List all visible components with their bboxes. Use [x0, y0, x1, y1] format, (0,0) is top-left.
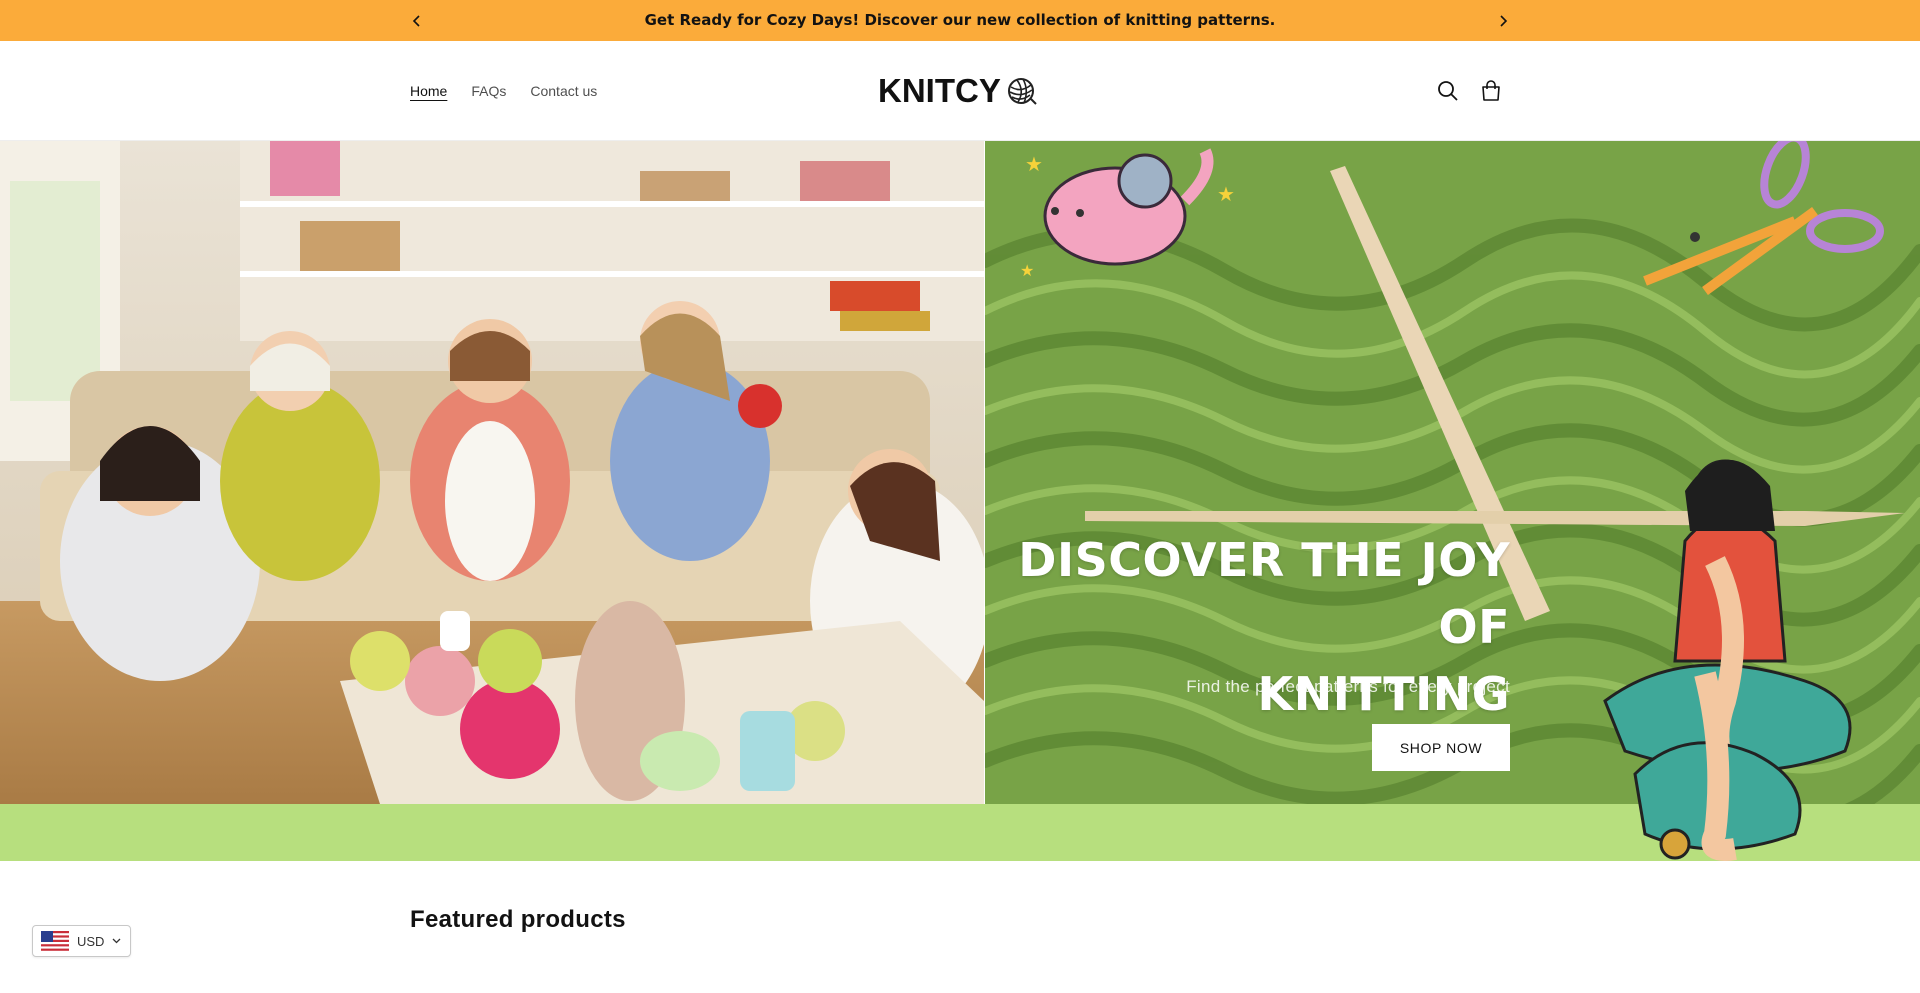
cart-button[interactable] — [1478, 78, 1504, 104]
yarn-ball-icon — [1007, 78, 1037, 105]
currency-code: USD — [77, 933, 105, 949]
search-icon — [1438, 81, 1458, 101]
main-nav: Home FAQs Contact us — [410, 41, 597, 141]
svg-text:★: ★ — [1020, 261, 1034, 280]
hero-subheading: Find the perfect patterns for every proj… — [1186, 677, 1510, 696]
hero-heading: DISCOVER THE JOY OF KNITTING — [990, 527, 1510, 728]
announcement-bar: Get Ready for Cozy Days! Discover our ne… — [0, 0, 1920, 41]
announcement-next-button[interactable] — [1492, 10, 1514, 32]
logo-text: KNITCY — [878, 72, 1001, 109]
nav-item-contact[interactable]: Contact us — [530, 83, 597, 99]
shop-now-button[interactable]: SHOP NOW — [1372, 724, 1510, 771]
nav-item-home[interactable]: Home — [410, 83, 447, 99]
nav-item-faqs[interactable]: FAQs — [471, 83, 506, 99]
svg-text:★: ★ — [1217, 182, 1235, 206]
site-header: Home FAQs Contact us KNITCY — [0, 41, 1920, 141]
announcement-text: Get Ready for Cozy Days! Discover our ne… — [644, 11, 1276, 29]
search-button[interactable] — [1435, 78, 1461, 104]
featured-products-title: Featured products — [410, 906, 626, 933]
us-flag-icon — [41, 931, 69, 951]
chevron-down-icon — [112, 938, 121, 944]
cart-icon — [1482, 80, 1500, 101]
women-knitting-photo — [0, 141, 984, 804]
hero-heading-line1: DISCOVER THE JOY OF — [1018, 533, 1510, 654]
svg-text:★: ★ — [1025, 152, 1043, 176]
currency-selector[interactable]: USD — [32, 925, 131, 957]
site-logo[interactable]: KNITCY — [878, 69, 1037, 113]
chevron-right-icon — [1500, 15, 1508, 27]
decorative-band — [0, 671, 1920, 861]
